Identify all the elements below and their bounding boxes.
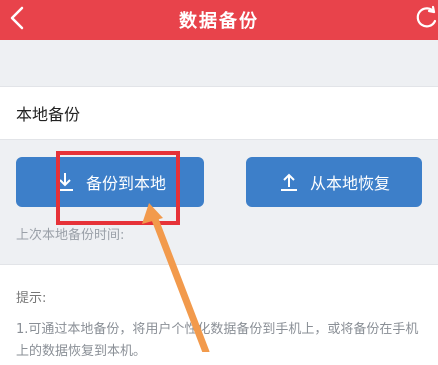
download-icon xyxy=(54,171,76,193)
refresh-icon[interactable] xyxy=(414,5,438,31)
section-label: 本地备份 xyxy=(16,105,81,124)
backup-button-label: 备份到本地 xyxy=(85,174,166,193)
upload-icon xyxy=(278,171,300,193)
top-bar: 数据备份 xyxy=(0,0,438,40)
restore-from-local-button[interactable]: 从本地恢复 xyxy=(246,157,422,207)
tips-text: 1.可通过本地备份，将用户个性化数据备份到手机上，或将备份在手机上的数据恢复到本… xyxy=(16,322,419,359)
tips-section: 提示: 1.可通过本地备份，将用户个性化数据备份到手机上，或将备份在手机上的数据… xyxy=(0,264,438,365)
page-title: 数据备份 xyxy=(179,11,259,32)
tips-title: 提示: xyxy=(16,291,47,306)
last-backup-time: 上次本地备份时间: xyxy=(16,228,125,243)
restore-button-label: 从本地恢复 xyxy=(309,174,390,193)
local-backup-section: 本地备份 xyxy=(0,86,438,140)
backup-to-local-button[interactable]: 备份到本地 xyxy=(16,157,204,207)
